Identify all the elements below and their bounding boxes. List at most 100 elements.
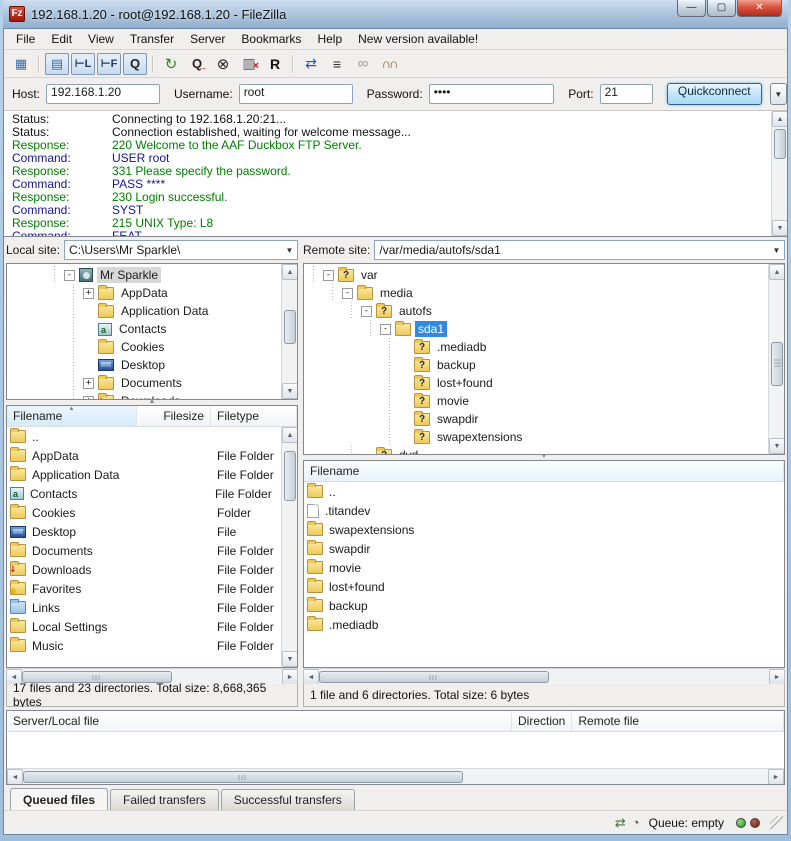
tree-item[interactable]: swapextensions bbox=[304, 428, 768, 446]
scroll-up-icon[interactable]: ▲ bbox=[282, 427, 297, 443]
tree-item[interactable]: swapdir bbox=[304, 410, 768, 428]
tree-expander[interactable]: - bbox=[323, 270, 334, 281]
scroll-up-icon[interactable]: ▲ bbox=[772, 111, 787, 127]
log-vscroll-thumb[interactable] bbox=[774, 129, 786, 159]
tree-item[interactable]: + AppData bbox=[7, 284, 281, 302]
scroll-right-icon[interactable]: ► bbox=[768, 769, 784, 785]
tree-expander[interactable]: + bbox=[83, 288, 94, 299]
file-row[interactable]: Downloads File Folder bbox=[7, 560, 281, 579]
tree-expander[interactable]: - bbox=[380, 324, 391, 335]
file-row[interactable]: .titandev bbox=[304, 501, 784, 520]
scroll-down-icon[interactable]: ▼ bbox=[772, 220, 787, 236]
menu-item[interactable]: Edit bbox=[43, 30, 80, 48]
local-tree-vscroll-thumb[interactable] bbox=[284, 310, 296, 344]
column-header-server-local-file[interactable]: Server/Local file bbox=[7, 711, 512, 731]
menu-item[interactable]: Help bbox=[309, 30, 350, 48]
toggle-message-log-icon[interactable]: ▤ bbox=[45, 53, 69, 75]
tree-expander[interactable] bbox=[361, 450, 372, 455]
tree-expander[interactable] bbox=[399, 342, 410, 353]
file-row[interactable]: movie bbox=[304, 558, 784, 577]
file-row[interactable]: swapextensions bbox=[304, 520, 784, 539]
tree-item[interactable]: Contacts bbox=[7, 320, 281, 338]
tree-expander[interactable] bbox=[83, 306, 94, 317]
tree-item[interactable]: dvd bbox=[304, 446, 768, 454]
scroll-up-icon[interactable]: ▲ bbox=[282, 264, 298, 280]
synchronized-browsing-icon[interactable]: ∞ bbox=[351, 53, 375, 75]
tree-expander[interactable] bbox=[83, 342, 94, 353]
file-row[interactable]: lost+found bbox=[304, 577, 784, 596]
file-row[interactable]: Desktop File bbox=[7, 522, 281, 541]
queue-tab[interactable]: Successful transfers bbox=[221, 789, 355, 810]
tree-expander[interactable]: + bbox=[83, 396, 94, 400]
local-list-vscrollbar[interactable]: ▲ ▼ bbox=[281, 427, 297, 667]
remote-site-value[interactable]: /var/media/autofs/sda1 bbox=[375, 243, 769, 257]
username-input[interactable]: root bbox=[239, 84, 353, 104]
column-header-direction[interactable]: Direction bbox=[512, 711, 572, 731]
remote-list-hscrollbar[interactable]: ◄ ► bbox=[303, 668, 785, 684]
chevron-down-icon[interactable]: ▼ bbox=[282, 246, 297, 255]
menu-item[interactable]: Server bbox=[182, 30, 233, 48]
tree-expander[interactable] bbox=[399, 396, 410, 407]
site-manager-icon[interactable]: ▦ bbox=[9, 53, 33, 75]
speed-limits-icon[interactable]: ◔ bbox=[632, 815, 640, 830]
column-header-filetype[interactable]: Filetype bbox=[211, 406, 297, 426]
tree-expander[interactable] bbox=[399, 414, 410, 425]
tree-item[interactable]: - media bbox=[304, 284, 768, 302]
remote-splitter[interactable]: ▼ bbox=[303, 455, 785, 460]
scroll-down-icon[interactable]: ▼ bbox=[282, 651, 297, 667]
tree-expander[interactable]: - bbox=[361, 306, 372, 317]
transfer-type-icon[interactable]: ⇄ bbox=[615, 815, 626, 831]
scroll-right-icon[interactable]: ► bbox=[769, 669, 785, 685]
queue-hscroll-thumb[interactable] bbox=[23, 771, 463, 783]
scroll-down-icon[interactable]: ▼ bbox=[282, 383, 298, 399]
tree-item[interactable]: - Mr Sparkle bbox=[7, 266, 281, 284]
local-site-combo[interactable]: C:\Users\Mr Sparkle\ ▼ bbox=[64, 240, 298, 260]
tree-item[interactable]: + Downloads bbox=[7, 392, 281, 399]
column-header-filesize[interactable]: Filesize bbox=[137, 406, 211, 426]
password-input[interactable]: •••• bbox=[429, 84, 555, 104]
quickconnect-dropdown[interactable]: ▼ bbox=[770, 83, 787, 105]
tree-item[interactable]: backup bbox=[304, 356, 768, 374]
tree-item[interactable]: .mediadb bbox=[304, 338, 768, 356]
local-splitter[interactable]: ▲ bbox=[6, 400, 298, 405]
file-row[interactable]: Documents File Folder bbox=[7, 541, 281, 560]
chevron-down-icon[interactable]: ▼ bbox=[769, 246, 784, 255]
tree-item[interactable]: Cookies bbox=[7, 338, 281, 356]
tree-item[interactable]: - autofs bbox=[304, 302, 768, 320]
tree-item[interactable]: lost+found bbox=[304, 374, 768, 392]
tree-expander[interactable]: + bbox=[83, 378, 94, 389]
cancel-icon[interactable]: ⊗ bbox=[211, 53, 235, 75]
resize-grip[interactable] bbox=[770, 816, 783, 829]
file-row[interactable]: .. bbox=[7, 427, 281, 446]
search-icon[interactable]: ∩∩ bbox=[377, 53, 401, 75]
menu-item[interactable]: View bbox=[80, 30, 122, 48]
scroll-left-icon[interactable]: ◄ bbox=[7, 769, 23, 785]
filter-icon[interactable]: ≡ bbox=[325, 53, 349, 75]
toggle-local-tree-icon[interactable]: ⊢L bbox=[71, 53, 95, 75]
menu-item[interactable]: New version available! bbox=[350, 30, 486, 48]
tree-item[interactable]: Desktop bbox=[7, 356, 281, 374]
remote-hscroll-thumb[interactable] bbox=[319, 671, 549, 683]
refresh-icon[interactable]: ↻ bbox=[159, 53, 183, 75]
column-header-filename[interactable]: Filename bbox=[304, 461, 784, 481]
file-row[interactable]: backup bbox=[304, 596, 784, 615]
scroll-down-icon[interactable]: ▼ bbox=[769, 438, 785, 454]
quickconnect-button[interactable]: Quickconnect bbox=[667, 83, 762, 105]
toggle-queue-icon[interactable]: Q bbox=[123, 53, 147, 75]
file-row[interactable]: Contacts File Folder bbox=[7, 484, 281, 503]
remote-tree-vscroll-thumb[interactable] bbox=[771, 342, 783, 386]
toggle-remote-tree-icon[interactable]: ⊢F bbox=[97, 53, 121, 75]
remote-tree-vscrollbar[interactable]: ▲ ▼ bbox=[768, 264, 784, 454]
tree-expander[interactable] bbox=[399, 378, 410, 389]
local-hscroll-thumb[interactable] bbox=[22, 671, 172, 683]
tree-item[interactable]: Application Data bbox=[7, 302, 281, 320]
column-header-filename[interactable]: Filename ▲ bbox=[7, 406, 137, 426]
file-row[interactable]: .. bbox=[304, 482, 784, 501]
local-site-value[interactable]: C:\Users\Mr Sparkle\ bbox=[65, 243, 282, 257]
file-row[interactable]: Links File Folder bbox=[7, 598, 281, 617]
scroll-up-icon[interactable]: ▲ bbox=[769, 264, 785, 280]
tree-item[interactable]: movie bbox=[304, 392, 768, 410]
queue-tab[interactable]: Queued files bbox=[10, 788, 108, 810]
tree-expander[interactable] bbox=[83, 324, 94, 335]
tree-item[interactable]: - var bbox=[304, 266, 768, 284]
